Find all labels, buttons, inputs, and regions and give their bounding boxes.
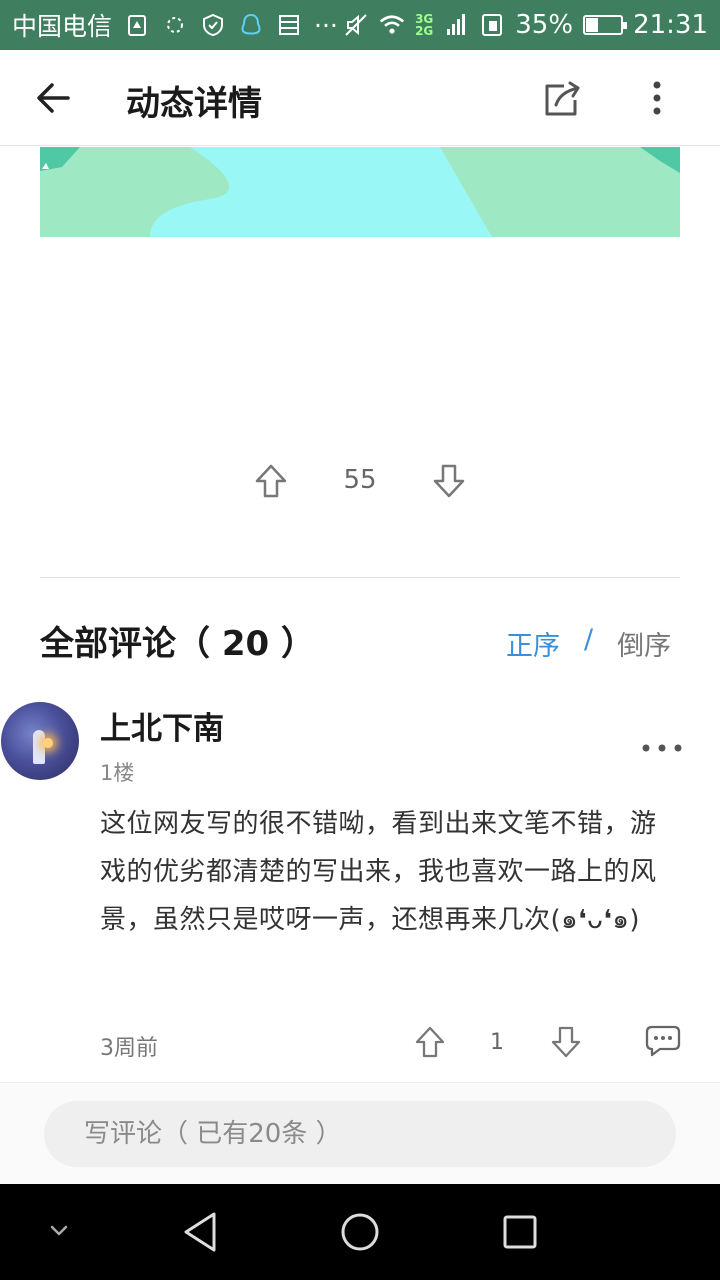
recents-button[interactable] xyxy=(502,1214,538,1254)
shield-icon xyxy=(200,12,226,38)
arrow-down-icon xyxy=(551,1026,581,1058)
comment-more-button[interactable] xyxy=(640,738,684,752)
arrow-up-icon xyxy=(415,1026,445,1058)
upvote-button[interactable] xyxy=(254,463,288,499)
comment-input[interactable]: 写评论（ 已有20条 ） xyxy=(44,1101,676,1167)
carrier-label: 中国电信 xyxy=(12,12,113,41)
battery-alert-icon xyxy=(124,12,150,38)
share-button[interactable] xyxy=(542,80,582,118)
home-button[interactable] xyxy=(340,1212,380,1256)
more-notifications-icon: ··· xyxy=(314,10,338,40)
mute-icon xyxy=(343,12,369,38)
comment-upvote-button[interactable] xyxy=(414,1025,446,1059)
back-arrow-icon xyxy=(37,83,70,113)
downvote-button[interactable] xyxy=(432,463,466,499)
comment-author[interactable]: 上北下南 xyxy=(100,703,224,748)
back-button[interactable] xyxy=(34,80,74,116)
sort-separator: / xyxy=(584,624,594,655)
arrow-down-icon xyxy=(433,464,465,498)
arrow-up-icon xyxy=(255,464,287,498)
comment-bar: 写评论（ 已有20条 ） xyxy=(0,1082,720,1184)
sort-descending-button[interactable]: 倒序 xyxy=(617,624,671,663)
avatar[interactable] xyxy=(1,702,79,780)
sort-toggle: 正序 / 倒序 xyxy=(506,624,671,663)
collapse-button[interactable] xyxy=(44,1220,74,1246)
weather-icon xyxy=(162,12,188,38)
battery-percent: 35% xyxy=(515,10,574,40)
comment-floor: 1楼 xyxy=(100,761,135,785)
vertical-dots-icon xyxy=(653,81,661,115)
comment-vote-count: 1 xyxy=(490,1030,504,1055)
horizontal-dots-icon xyxy=(642,744,682,752)
sort-ascending-button[interactable]: 正序 xyxy=(506,624,560,663)
square-recents-icon xyxy=(503,1215,537,1249)
circle-home-icon xyxy=(341,1213,379,1251)
storage-icon xyxy=(276,12,302,38)
chevron-down-icon xyxy=(50,1225,68,1236)
navigation-bar xyxy=(0,1184,720,1280)
post-vote-row: 55 xyxy=(0,455,720,511)
divider xyxy=(40,577,680,578)
comment-text: 这位网友写的很不错呦，看到出来文笔不错，游戏的优劣都清楚的写出来，我也喜欢一路上… xyxy=(100,809,657,935)
battery-icon xyxy=(583,15,628,35)
signal-icon xyxy=(443,12,469,38)
back-nav-button[interactable] xyxy=(180,1210,220,1258)
more-options-button[interactable] xyxy=(642,80,672,120)
chat-bubble-icon xyxy=(645,1025,681,1057)
page-title: 动态详情 xyxy=(126,84,262,124)
network-type-indicator: 3G 2G xyxy=(415,12,434,38)
triangle-back-icon xyxy=(184,1212,216,1252)
comment-downvote-button[interactable] xyxy=(550,1025,582,1059)
comment-reply-button[interactable] xyxy=(644,1024,682,1058)
comments-title: 全部评论（ 20 ） xyxy=(40,624,315,664)
share-icon xyxy=(545,81,580,116)
post-image[interactable] xyxy=(40,147,680,237)
app-header: 动态详情 xyxy=(0,50,720,146)
wifi-icon xyxy=(379,12,405,38)
clock: 21:31 xyxy=(633,10,708,40)
qq-icon xyxy=(238,12,264,38)
comment-time: 3周前 xyxy=(100,1036,158,1061)
sim-icon xyxy=(479,12,505,38)
vote-count: 55 xyxy=(343,465,377,495)
status-bar: 中国电信 ··· 3G 2G 35% 21:31 xyxy=(0,0,720,50)
